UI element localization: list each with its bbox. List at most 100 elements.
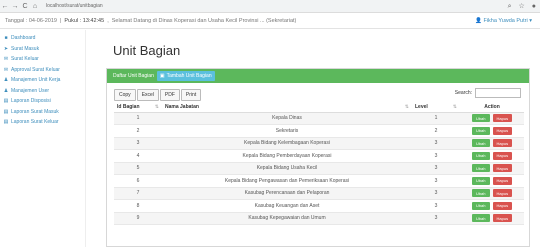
sidebar-item-surat-masuk[interactable]: ➤ Surat Masuk: [0, 44, 85, 55]
row-actions: Ubah Hapus: [463, 164, 521, 173]
search-input[interactable]: [475, 88, 521, 98]
sidebar-item-laporan-keluar[interactable]: ▤ Laporan Surat Keluar: [0, 117, 85, 128]
delete-button[interactable]: Hapus: [492, 164, 513, 173]
cell-id: 7: [114, 187, 162, 200]
unit-bagian-table: Id Bagian ⇅ Nama Jabatan ⇅ Level ⇅ Action 1…: [114, 103, 524, 225]
add-unit-label: Tambah Unit Bagian: [166, 73, 212, 79]
document-icon: ▤: [3, 108, 9, 115]
sidebar-item-surat-keluar[interactable]: ✉ Surat Keluar: [0, 54, 85, 65]
star-icon[interactable]: ☆: [518, 0, 524, 13]
sidebar-item-label: Surat Keluar: [11, 56, 39, 63]
envelope-icon: ✉: [3, 56, 9, 63]
cell-level: 1: [412, 112, 460, 125]
table-row: 2 Sekretaris 2 Ubah Hapus: [114, 124, 524, 138]
profile-icon[interactable]: ●: [532, 0, 536, 13]
sidebar-item-laporan-disposisi[interactable]: ▤ Laporan Disposisi: [0, 96, 85, 107]
cell-id: 8: [114, 199, 162, 213]
cell-nama-jabatan: Kepala Bidang Pemberdayaan Koperasi: [162, 149, 412, 163]
sidebar-item-dashboard[interactable]: ■ Dashboard: [0, 33, 85, 44]
main-content: Unit Bagian Daftar Unit Bagian ▣ Tambah U…: [86, 30, 540, 247]
row-actions: Ubah Hapus: [463, 114, 521, 123]
delete-button[interactable]: Hapus: [492, 139, 513, 148]
col-nama-jabatan[interactable]: Nama Jabatan ⇅: [162, 103, 412, 113]
sort-icon: ⇅: [154, 104, 159, 111]
sidebar-item-user[interactable]: ♟ Manajemen User: [0, 86, 85, 97]
cell-level: 3: [412, 149, 460, 163]
browser-actions: ⌕ ☆ ●: [508, 0, 536, 13]
add-unit-button[interactable]: ▣ Tambah Unit Bagian: [156, 71, 215, 81]
cell-nama-jabatan: Sekretaris: [162, 124, 412, 138]
delete-button[interactable]: Hapus: [492, 126, 513, 135]
table-row: 4 Kepala Bidang Pemberdayaan Koperasi 3 Uba…: [114, 149, 524, 163]
reload-icon[interactable]: C: [20, 0, 30, 13]
browser-toolbar: ← → C ⌂ localhost/surat/unitbagian ⌕ ☆ ●: [0, 0, 540, 13]
col-label: Id Bagian: [117, 104, 140, 111]
table-row: 9 Kasubag Kepegawaian dan Umum 3 Ubah Hapus: [114, 212, 524, 225]
forward-icon[interactable]: →: [10, 0, 20, 13]
row-actions: Ubah Hapus: [463, 201, 521, 210]
col-id-bagian[interactable]: Id Bagian ⇅: [114, 103, 162, 113]
col-level[interactable]: Level ⇅: [412, 103, 460, 113]
delete-button[interactable]: Hapus: [492, 214, 513, 223]
delete-button[interactable]: Hapus: [492, 201, 513, 210]
sidebar-item-label: Laporan Surat Keluar: [11, 119, 59, 126]
delete-button[interactable]: Hapus: [492, 114, 513, 123]
col-action: Action: [460, 103, 524, 113]
cell-level: 3: [412, 162, 460, 175]
user-menu[interactable]: 👤 Fikha Yuwda Putri ▾: [475, 13, 532, 29]
edit-button[interactable]: Ubah: [471, 214, 490, 223]
row-actions: Ubah Hapus: [463, 176, 521, 185]
row-actions: Ubah Hapus: [463, 139, 521, 148]
row-actions: Ubah Hapus: [463, 189, 521, 198]
table-row: 7 Kasubag Perencanaan dan Pelaporan 3 Ubah H…: [114, 187, 524, 200]
cell-nama-jabatan: Kepala Bidang Pengawasan dan Pemeriksaan…: [162, 174, 412, 188]
edit-button[interactable]: Ubah: [471, 151, 490, 160]
unit-bagian-panel: Daftar Unit Bagian ▣ Tambah Unit Bagian C…: [106, 68, 530, 247]
edit-button[interactable]: Ubah: [471, 126, 490, 135]
sidebar-item-laporan-masuk[interactable]: ▤ Laporan Surat Masuk: [0, 107, 85, 118]
cell-action: Ubah Hapus: [460, 162, 524, 175]
table-row: 3 Kepala Bidang Kelembagaan Koperasi 3 Ubah…: [114, 137, 524, 150]
pdf-button[interactable]: PDF: [159, 89, 180, 101]
sidebar-item-approval[interactable]: ✉ Approval Surat Keluar: [0, 65, 85, 76]
sidebar-item-label: Laporan Surat Masuk: [11, 108, 59, 115]
user-name: Fikha Yuwda Putri: [483, 18, 528, 24]
delete-button[interactable]: Hapus: [492, 151, 513, 160]
sidebar-item-label: Manajemen User: [11, 87, 50, 94]
cell-id: 5: [114, 162, 162, 175]
zoom-icon[interactable]: ⌕: [508, 0, 512, 13]
cell-nama-jabatan: Kepala Dinas: [162, 112, 412, 125]
address-bar[interactable]: localhost/surat/unitbagian: [46, 3, 103, 9]
cell-level: 2: [412, 124, 460, 138]
excel-button[interactable]: Excel: [136, 89, 159, 101]
delete-button[interactable]: Hapus: [492, 189, 513, 198]
cell-nama-jabatan: Kepala Bidang Kelembagaan Koperasi: [162, 137, 412, 150]
delete-button[interactable]: Hapus: [492, 176, 513, 185]
search-label: Search:: [454, 90, 472, 96]
col-label: Nama Jabatan: [165, 104, 199, 111]
row-actions: Ubah Hapus: [463, 214, 521, 223]
cell-level: 3: [412, 187, 460, 200]
separator: ,: [107, 17, 109, 24]
edit-button[interactable]: Ubah: [471, 114, 490, 123]
home-icon[interactable]: ⌂: [30, 0, 40, 13]
document-icon: ▤: [3, 98, 9, 105]
edit-button[interactable]: Ubah: [471, 189, 490, 198]
print-button[interactable]: Print: [180, 89, 202, 101]
edit-button[interactable]: Ubah: [471, 139, 490, 148]
cell-action: Ubah Hapus: [460, 124, 524, 138]
sidebar-item-unit-kerja[interactable]: ♟ Manajemen Unit Kerja: [0, 75, 85, 86]
panel-heading: Daftar Unit Bagian ▣ Tambah Unit Bagian: [107, 69, 529, 83]
edit-button[interactable]: Ubah: [471, 201, 490, 210]
cell-nama-jabatan: Kasubag Perencanaan dan Pelaporan: [162, 187, 412, 200]
back-icon[interactable]: ←: [0, 0, 10, 13]
cell-level: 3: [412, 137, 460, 150]
col-label: Level: [415, 104, 428, 111]
cell-id: 9: [114, 212, 162, 225]
edit-button[interactable]: Ubah: [471, 164, 490, 173]
separator: |: [59, 17, 62, 24]
edit-button[interactable]: Ubah: [471, 176, 490, 185]
sidebar-item-label: Laporan Disposisi: [11, 98, 51, 105]
cell-level: 3: [412, 212, 460, 225]
copy-button[interactable]: Copy: [114, 89, 136, 101]
